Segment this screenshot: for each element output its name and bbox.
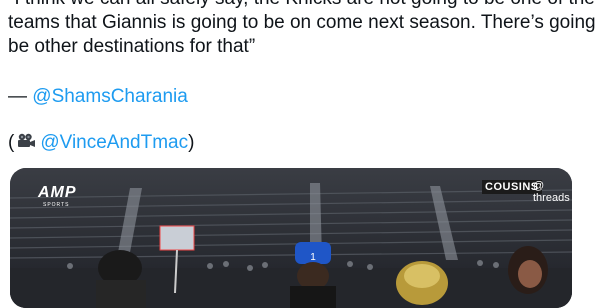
mention-vinceandtmac[interactable]: @VinceAndTmac — [40, 132, 188, 153]
quote-line-2: teams that Giannis is going to be on com… — [8, 12, 600, 33]
amp-logo-sub: SPORTS — [43, 202, 70, 208]
mention-shams[interactable]: @ShamsCharania — [32, 86, 188, 107]
paren-close: ) — [188, 132, 195, 153]
paren-open: ( — [8, 132, 15, 153]
video-media[interactable]: 1 AMP SPORTS COUSINS @ threads — [10, 168, 572, 308]
jersey-number: 1 — [310, 252, 316, 263]
threads-watermark: @ threads — [533, 180, 570, 204]
movie-camera-icon — [16, 132, 36, 150]
quote-line-3: be other destinations for that” — [8, 36, 256, 57]
credit-dash: — — [8, 86, 33, 107]
amp-logo: AMP — [38, 184, 77, 201]
quote-credit: — @ShamsCharania — [8, 85, 188, 109]
quote-line-1: “I think we can all safely say, the Knic… — [8, 0, 595, 11]
threads-label: threads — [533, 192, 570, 204]
video-credit: ( @VinceAndTmac) — [8, 131, 194, 155]
